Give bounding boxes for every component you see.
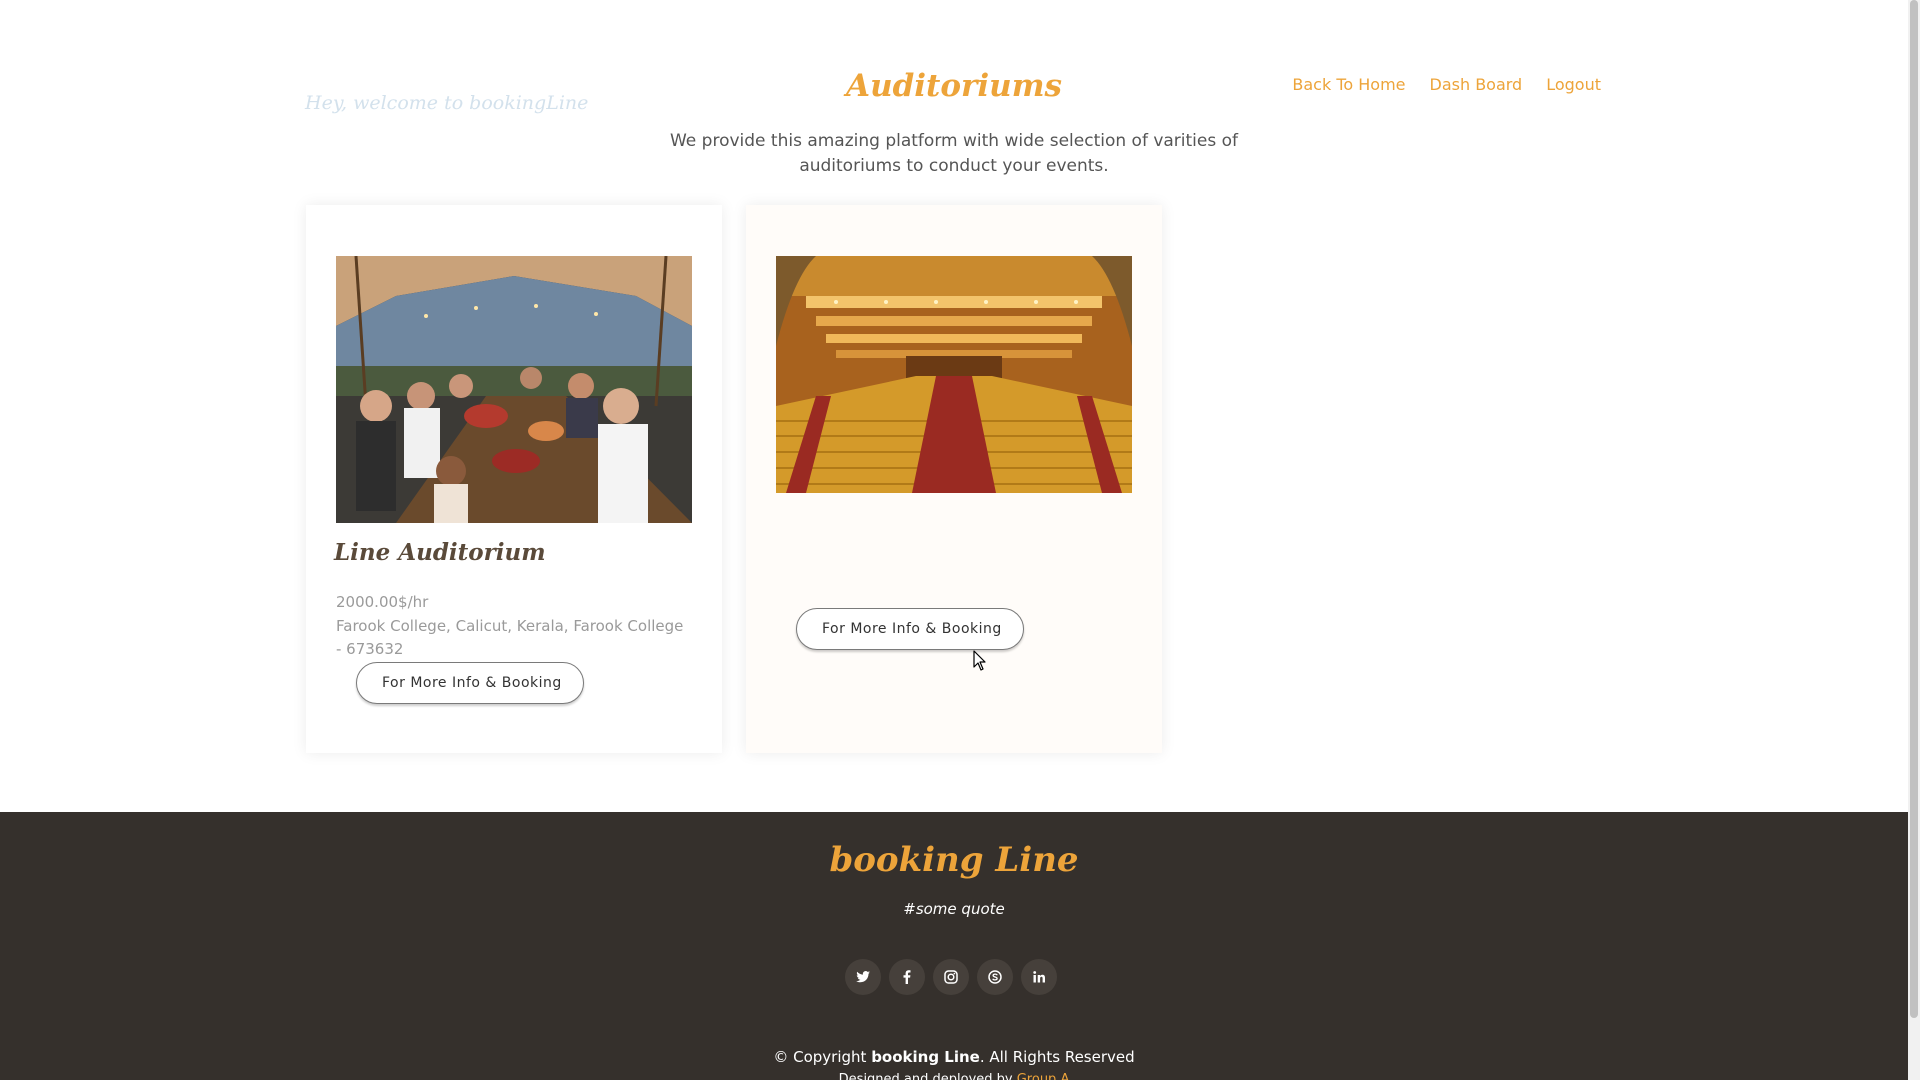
linkedin-icon [1033,971,1045,983]
event-dinner-image [336,256,692,523]
top-nav: Back To Home Dash Board Logout [1292,75,1601,94]
skype-link[interactable] [977,959,1013,995]
nav-logout[interactable]: Logout [1546,75,1601,94]
designed-prefix: Designed and deployed by [838,1072,1017,1080]
auditorium-card: For More Info & Booking [746,205,1162,753]
scrollbar-thumb[interactable] [1910,0,1918,1018]
info-booking-button[interactable]: For More Info & Booking [356,662,584,704]
designed-by: Designed and deployed by Group A [0,1072,1908,1080]
copyright-prefix: © Copyright [773,1048,872,1066]
facebook-link[interactable] [889,959,925,995]
copyright: © Copyright booking Line. All Rights Res… [0,1048,1908,1066]
nav-dash-board[interactable]: Dash Board [1430,75,1523,94]
facebook-icon [903,970,911,984]
page-title: Auditoriums [846,68,1062,104]
vertical-scrollbar[interactable] [1908,0,1920,1080]
twitter-link[interactable] [845,959,881,995]
footer: booking Line #some quote © Copyright boo… [0,812,1908,1080]
footer-quote: #some quote [903,900,1005,918]
info-booking-button[interactable]: For More Info & Booking [796,608,1024,650]
twitter-icon [856,971,870,983]
auditorium-photo [336,256,692,523]
instagram-icon [944,970,958,984]
social-links [845,959,1057,995]
nav-back-to-home[interactable]: Back To Home [1292,75,1405,94]
auditorium-photo [776,256,1132,493]
copyright-brand: booking Line [871,1048,980,1066]
linkedin-link[interactable] [1021,959,1057,995]
theater-hall-image [776,256,1132,493]
copyright-suffix: . All Rights Reserved [979,1048,1135,1066]
page-subtitle: We provide this amazing platform with wi… [669,131,1239,176]
venue-price: 2000.00$/hr [336,593,429,611]
instagram-link[interactable] [933,959,969,995]
mouse-cursor-icon [973,650,986,671]
venue-name: Line Auditorium [334,539,546,566]
footer-brand: booking Line [829,840,1079,880]
page: Hey, welcome to bookingLine Auditoriums … [0,0,1908,1080]
skype-icon [988,970,1002,984]
venue-address: Farook College, Calicut, Kerala, Farook … [336,617,684,658]
auditorium-card: Line Auditorium 2000.00$/hr Farook Colle… [306,205,722,753]
group-a-link[interactable]: Group A [1017,1072,1070,1080]
